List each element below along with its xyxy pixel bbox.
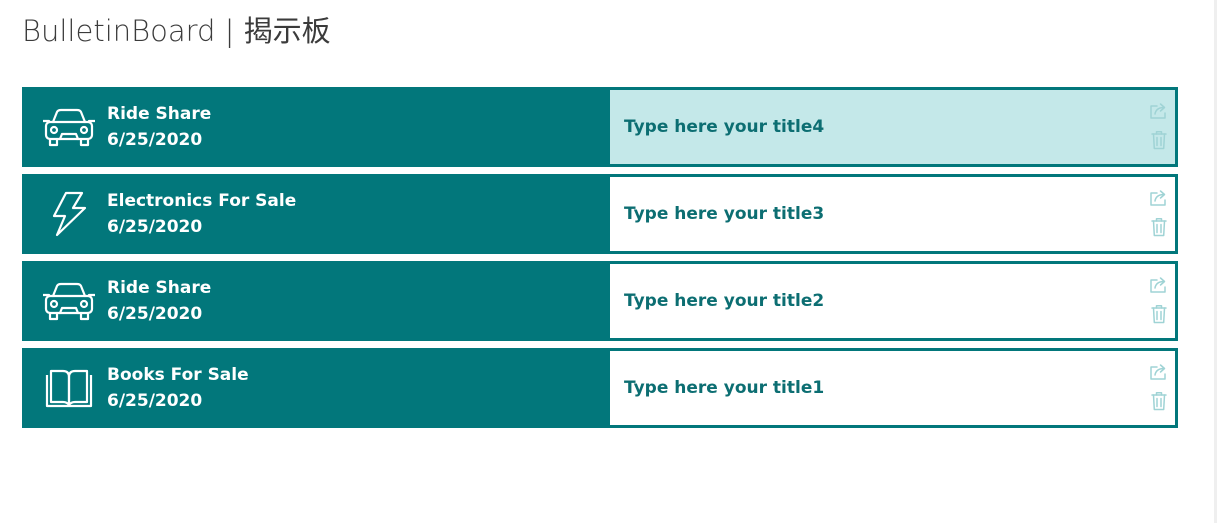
post-category-panel: Books For Sale 6/25/2020: [22, 348, 610, 428]
post-actions: [1147, 187, 1171, 245]
post-title[interactable]: Type here your title2: [624, 291, 824, 311]
post-date: 6/25/2020: [107, 217, 203, 237]
post-category-panel: Electronics For Sale 6/25/2020: [22, 174, 610, 254]
post-title[interactable]: Type here your title1: [624, 378, 824, 398]
trash-icon[interactable]: [1148, 216, 1170, 238]
page-title: BulletinBoard | 揭示板: [22, 14, 331, 48]
post-title-panel[interactable]: Type here your title4: [610, 90, 1175, 164]
post-category: Electronics For Sale: [107, 191, 297, 211]
share-icon[interactable]: [1148, 274, 1170, 296]
post-card[interactable]: Books For Sale 6/25/2020 Type here your …: [22, 348, 1178, 428]
post-card[interactable]: Electronics For Sale 6/25/2020 Type here…: [22, 174, 1178, 254]
post-actions: [1147, 274, 1171, 332]
car-icon: [43, 104, 95, 150]
car-icon: [43, 278, 95, 324]
share-icon[interactable]: [1148, 100, 1170, 122]
post-meta: Books For Sale 6/25/2020: [107, 362, 249, 414]
post-date: 6/25/2020: [107, 391, 203, 411]
trash-icon[interactable]: [1148, 129, 1170, 151]
post-meta: Electronics For Sale 6/25/2020: [107, 188, 296, 240]
post-category: Ride Share: [107, 104, 212, 124]
post-list: Ride Share 6/25/2020 Type here your titl…: [22, 87, 1178, 435]
post-date: 6/25/2020: [107, 130, 203, 150]
post-title[interactable]: Type here your title4: [624, 117, 824, 137]
post-card[interactable]: Ride Share 6/25/2020 Type here your titl…: [22, 87, 1178, 167]
trash-icon[interactable]: [1148, 390, 1170, 412]
trash-icon[interactable]: [1148, 303, 1170, 325]
book-icon: [43, 365, 95, 411]
post-title-panel[interactable]: Type here your title1: [610, 351, 1175, 425]
share-icon[interactable]: [1148, 187, 1170, 209]
post-card[interactable]: Ride Share 6/25/2020 Type here your titl…: [22, 261, 1178, 341]
post-actions: [1147, 361, 1171, 419]
post-category: Books For Sale: [107, 365, 249, 385]
post-title[interactable]: Type here your title3: [624, 204, 824, 224]
post-category: Ride Share: [107, 278, 212, 298]
post-title-panel[interactable]: Type here your title3: [610, 177, 1175, 251]
post-category-panel: Ride Share 6/25/2020: [22, 261, 610, 341]
post-meta: Ride Share 6/25/2020: [107, 101, 211, 153]
bulletin-board-app: BulletinBoard | 揭示板 Ride Share 6/25/2020…: [0, 0, 1217, 523]
share-icon[interactable]: [1148, 361, 1170, 383]
post-date: 6/25/2020: [107, 304, 203, 324]
post-title-panel[interactable]: Type here your title2: [610, 264, 1175, 338]
lightning-icon: [43, 191, 95, 237]
post-actions: [1147, 100, 1171, 158]
post-meta: Ride Share 6/25/2020: [107, 275, 211, 327]
post-category-panel: Ride Share 6/25/2020: [22, 87, 610, 167]
